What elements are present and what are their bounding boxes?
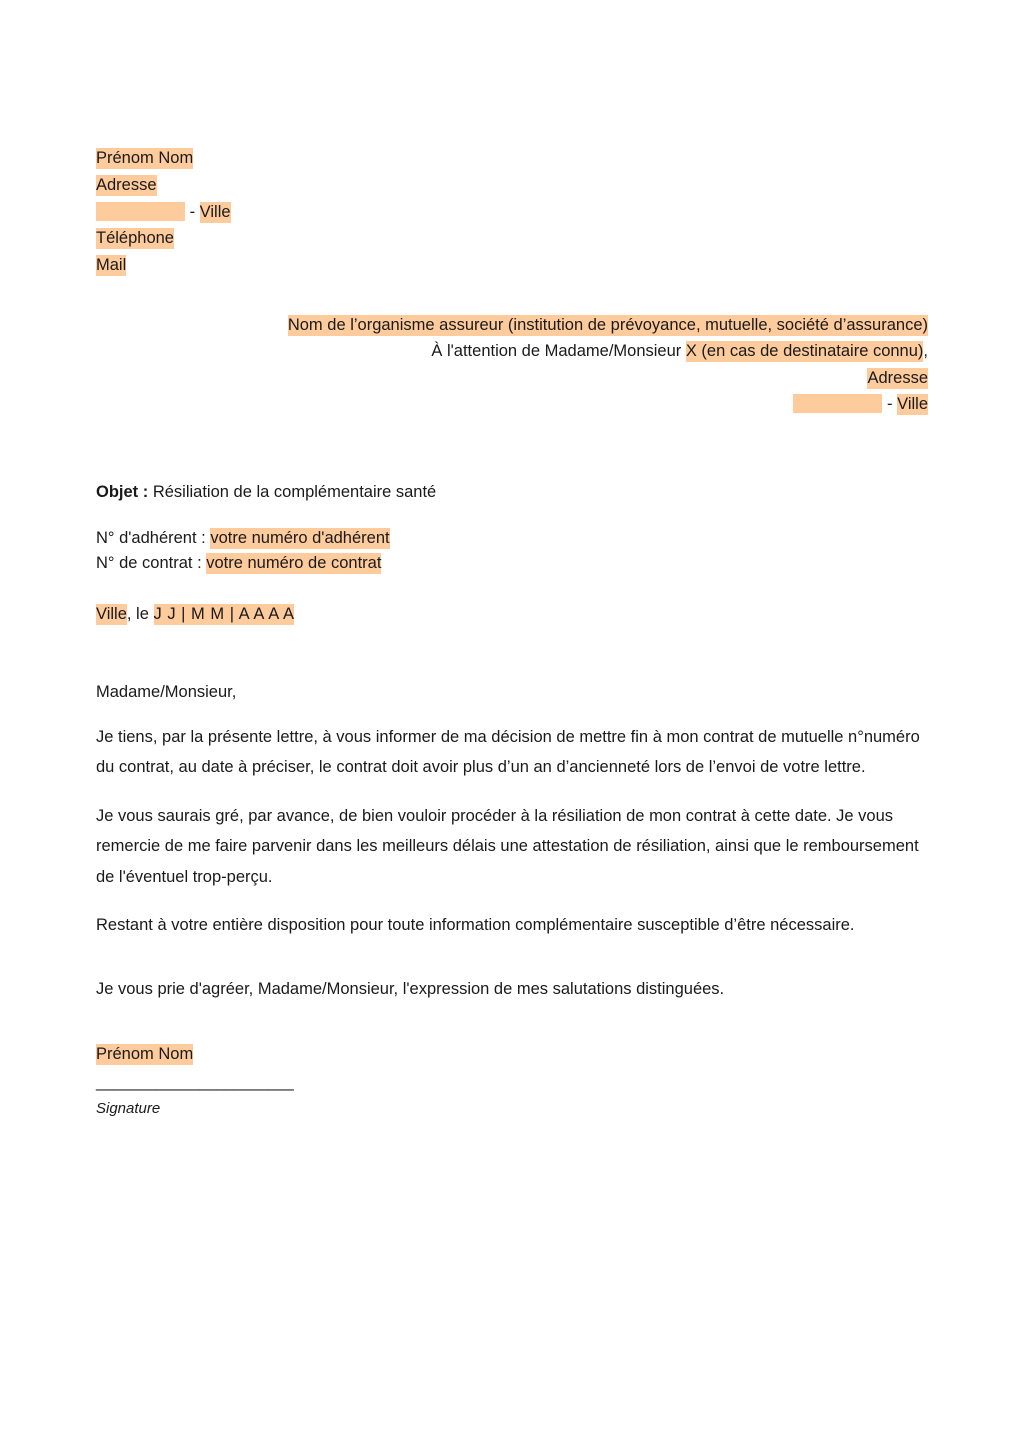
recipient-organisation-line: Nom de l’organisme assureur (institution… [96,312,928,339]
signature-label: Signature [96,1099,161,1117]
recipient-attention-placeholder: X (en cas de destinataire connu) [685,341,924,363]
subject-line: Objet : Résiliation de la complémentaire… [96,480,928,504]
signature-name-line: Prénom Nom [96,1042,928,1066]
recipient-attention-suffix: , [923,342,928,361]
recipient-city-line: - Ville [96,391,928,418]
sender-city-line: - Ville [96,199,928,226]
sender-address: Adresse [96,174,157,196]
recipient-address: Adresse [867,367,928,389]
sender-postal-code-placeholder [96,201,185,221]
recipient-attention-line: À l'attention de Madame/Monsieur X (en c… [96,338,928,365]
sender-name-line: Prénom Nom [96,145,928,172]
dateline-date-fields: J J | M M | A A A A [153,603,295,625]
letter-paragraph-1: Je tiens, par la présente lettre, à vous… [96,727,920,777]
member-number-label: N° d'adhérent : [96,528,211,547]
dateline: Ville, le J J | M M | A A A A [96,602,928,626]
reference-block: N° d'adhérent : votre numéro d'adhérent … [96,526,928,577]
sender-address-line: Adresse [96,172,928,199]
contract-number-value: votre numéro de contrat [206,553,382,575]
letter-content: Prénom Nom Adresse - Ville Téléphone Mai… [96,145,928,1119]
sender-city-separator: - [185,202,200,221]
recipient-attention-prefix: À l'attention de Madame/Monsieur [431,342,686,361]
subject-value: Résiliation de la complémentaire santé [148,482,437,501]
letter-paragraph-3: Restant à votre entière disposition pour… [96,916,855,935]
sender-phone: Téléphone [96,228,174,250]
contract-number-label: N° de contrat : [96,554,207,573]
member-number-line: N° d'adhérent : votre numéro d'adhérent [96,526,928,552]
dateline-separator: , le [126,604,154,623]
subject-label: Objet : [96,482,149,501]
letter-closing: Je vous prie d'agréer, Madame/Monsieur, … [96,979,725,998]
sender-phone-line: Téléphone [96,225,928,252]
dateline-city: Ville [96,603,127,625]
member-number-value: votre numéro d'adhérent [210,527,390,549]
sender-email: Mail [96,255,127,277]
letter-paragraph-2: Je vous saurais gré, par avance, de bien… [96,806,919,886]
signature-rule: _______________________ [96,1072,294,1091]
recipient-block: Nom de l’organisme assureur (institution… [96,312,928,418]
recipient-postal-code-placeholder [793,394,883,414]
recipient-address-line: Adresse [96,365,928,392]
sender-block: Prénom Nom Adresse - Ville Téléphone Mai… [96,145,928,279]
contract-number-line: N° de contrat : votre numéro de contrat [96,551,928,577]
sender-email-line: Mail [96,252,928,279]
sender-name: Prénom Nom [96,148,194,169]
signature-name: Prénom Nom [96,1043,194,1065]
recipient-city-separator: - [882,395,898,414]
recipient-organisation: Nom de l’organisme assureur (institution… [287,314,928,336]
salutation: Madame/Monsieur, [96,682,237,701]
recipient-city: Ville [897,394,928,416]
letter-page: Prénom Nom Adresse - Ville Téléphone Mai… [0,0,1024,1448]
sender-city: Ville [199,201,231,223]
